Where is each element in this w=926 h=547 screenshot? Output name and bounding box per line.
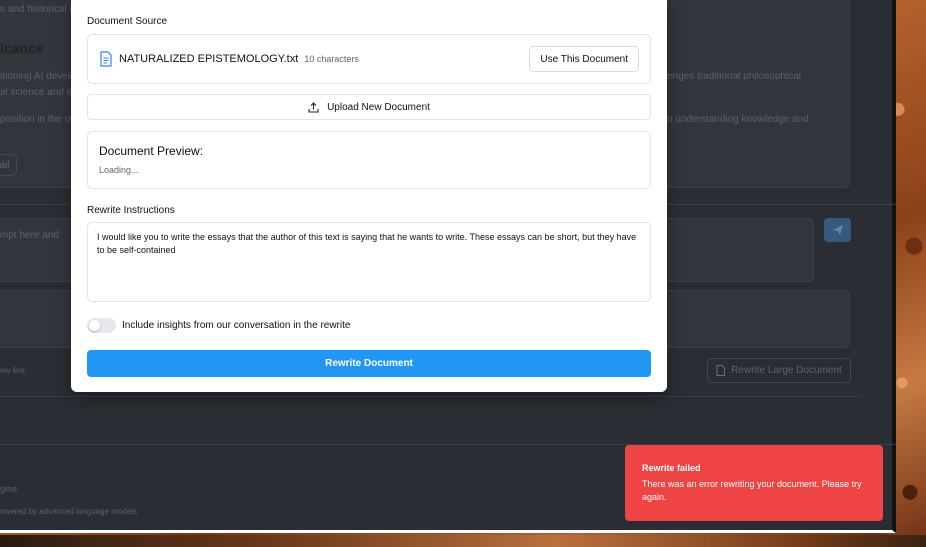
rewrite-document-dialog: format Document Source NATURALIZED EPIST… — [71, 0, 667, 392]
rewrite-large-document-button: Rewrite Large Document — [707, 358, 851, 383]
background-text-line: position in the on — [0, 114, 76, 125]
dialog-cut-off-text: format — [87, 0, 113, 2]
background-text-line: al science and ep — [0, 87, 78, 98]
upload-icon — [308, 101, 319, 113]
background-button-label: ail — [0, 159, 10, 171]
toast-message: There was an error rewriting your docume… — [642, 479, 862, 502]
footer-brand: gine — [0, 484, 18, 494]
document-char-count: 10 characters — [304, 54, 359, 64]
toggle-knob — [89, 320, 100, 331]
error-toast[interactable]: Rewrite failed There was an error rewrit… — [625, 445, 883, 521]
document-preview-status: Loading... — [99, 165, 139, 175]
background-text-line: enges traditional philosophical — [667, 71, 801, 82]
document-filename: NATURALIZED EPISTEMOLOGY.txt — [119, 53, 299, 65]
rewrite-document-button[interactable]: Rewrite Document — [87, 350, 651, 377]
rewrite-large-document-label: Rewrite Large Document — [731, 365, 842, 376]
include-insights-toggle[interactable] — [87, 318, 116, 333]
document-preview-title: Document Preview: — [99, 144, 204, 158]
background-divider — [0, 396, 862, 397]
footer-tagline: owered by advanced language models — [0, 507, 137, 516]
file-icon — [716, 365, 726, 376]
rewrite-instructions-label: Rewrite Instructions — [87, 205, 175, 216]
desktop-bottom-strip — [0, 535, 926, 547]
background-input-placeholder: mpt here and — [0, 230, 59, 241]
background-section-heading: icance — [0, 40, 44, 56]
upload-new-document-button[interactable]: Upload New Document — [87, 94, 651, 120]
send-icon — [832, 225, 843, 235]
document-source-card: NATURALIZED EPISTEMOLOGY.txt 10 characte… — [87, 34, 651, 84]
include-insights-label: Include insights from our conversation i… — [122, 320, 351, 331]
rewrite-instructions-textarea[interactable]: I would like you to write the essays tha… — [87, 222, 651, 302]
background-text-line: o understanding knowledge and — [667, 114, 809, 125]
background-text-line: s and historical de — [0, 4, 81, 15]
document-source-label: Document Source — [87, 16, 168, 27]
send-button — [824, 218, 851, 242]
background-hint: ew line — [0, 366, 25, 375]
include-insights-row: Include insights from our conversation i… — [87, 318, 350, 333]
background-text-line: itioning AI develo — [0, 71, 76, 82]
upload-new-document-label: Upload New Document — [327, 101, 430, 113]
background-button: ail — [0, 154, 17, 176]
file-text-icon — [100, 51, 112, 67]
document-preview-panel: Document Preview: Loading... — [87, 131, 651, 189]
toast-title: Rewrite failed — [642, 463, 701, 473]
use-this-document-button[interactable]: Use This Document — [529, 46, 639, 72]
